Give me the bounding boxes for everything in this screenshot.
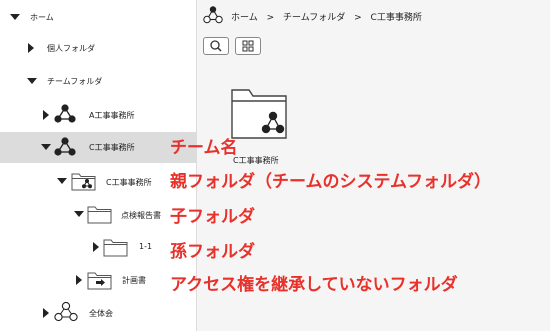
grid-view-button[interactable] — [235, 37, 261, 55]
sidebar-item-label: チームフォルダ — [47, 77, 103, 86]
chevron-down-icon[interactable] — [27, 78, 37, 84]
breadcrumb-item-team-folder[interactable]: チームフォルダ — [283, 13, 345, 23]
sidebar-item-label: 全体会 — [89, 309, 113, 318]
folder-icon — [103, 239, 128, 257]
team-icon — [203, 6, 223, 24]
chevron-down-icon[interactable] — [10, 14, 20, 20]
sidebar-item-inspection-report[interactable]: 点検報告書 — [0, 200, 196, 228]
grid-view-icon — [242, 40, 254, 52]
sidebar-item-label: C工事事務所 — [89, 143, 135, 152]
sidebar-item-all-members[interactable]: 全体会 — [0, 299, 196, 327]
annotation-child-folder: 子フォルダ — [170, 207, 255, 227]
folder-tile-label: C工事事務所 — [233, 156, 279, 165]
search-button[interactable] — [203, 37, 229, 55]
chevron-right-icon[interactable] — [76, 275, 82, 285]
sidebar-item-c-office[interactable]: C工事事務所 — [0, 132, 196, 163]
team-outline-icon — [54, 301, 78, 322]
breadcrumb-item-current: C工事事務所 — [370, 13, 422, 23]
annotation-parent-folder: 親フォルダ（チームのシステムフォルダ） — [170, 172, 491, 192]
sidebar-item-a-office[interactable]: A工事事務所 — [0, 101, 196, 129]
sidebar-item-label: 点検報告書 — [121, 211, 161, 220]
no-inherit-folder-icon — [87, 272, 112, 290]
folder-icon — [87, 206, 112, 224]
sidebar-item-label: 1-1 — [139, 242, 153, 251]
sidebar-item-c-office-system-folder[interactable]: C工事事務所 — [0, 167, 196, 195]
chevron-right-icon[interactable] — [43, 308, 49, 318]
chevron-down-icon[interactable] — [41, 144, 51, 150]
sidebar-item-1-1[interactable]: 1-1 — [0, 233, 196, 261]
sidebar-item-label: C工事事務所 — [106, 178, 152, 187]
breadcrumb-separator: > — [354, 13, 362, 23]
annotation-team-name: チーム名 — [170, 138, 238, 158]
chevron-right-icon[interactable] — [43, 110, 49, 120]
breadcrumb-separator: > — [266, 13, 275, 23]
sidebar-item-label: 計画書 — [122, 276, 146, 285]
sidebar-item-home[interactable]: ホーム — [0, 3, 196, 31]
sidebar-item-label: A工事事務所 — [89, 111, 135, 120]
sidebar-item-personal-folder[interactable]: 個人フォルダ — [0, 34, 196, 62]
breadcrumb: ホーム > チームフォルダ > C工事事務所 — [231, 10, 428, 23]
team-icon — [54, 137, 76, 156]
breadcrumb-item-home[interactable]: ホーム — [231, 13, 258, 23]
annotation-grandchild-folder: 孫フォルダ — [170, 242, 255, 262]
chevron-down-icon[interactable] — [57, 178, 67, 184]
sidebar-item-plan[interactable]: 計画書 — [0, 266, 196, 294]
team-icon — [54, 104, 76, 123]
sidebar-item-label: ホーム — [30, 13, 54, 22]
sidebar-item-label: 個人フォルダ — [47, 44, 95, 53]
annotation-no-inherit: アクセス権を継承していないフォルダ — [170, 275, 458, 295]
search-icon — [210, 40, 222, 52]
sidebar-item-team-folder[interactable]: チームフォルダ — [0, 67, 196, 95]
chevron-right-icon[interactable] — [28, 43, 34, 53]
sidebar: ホーム 個人フォルダ チームフォルダ A工事事務所 C工事事務所 C工事事務所 … — [0, 0, 197, 331]
chevron-down-icon[interactable] — [74, 211, 84, 217]
chevron-right-icon[interactable] — [93, 242, 99, 252]
system-folder-icon — [231, 89, 287, 139]
system-folder-icon — [71, 173, 96, 191]
